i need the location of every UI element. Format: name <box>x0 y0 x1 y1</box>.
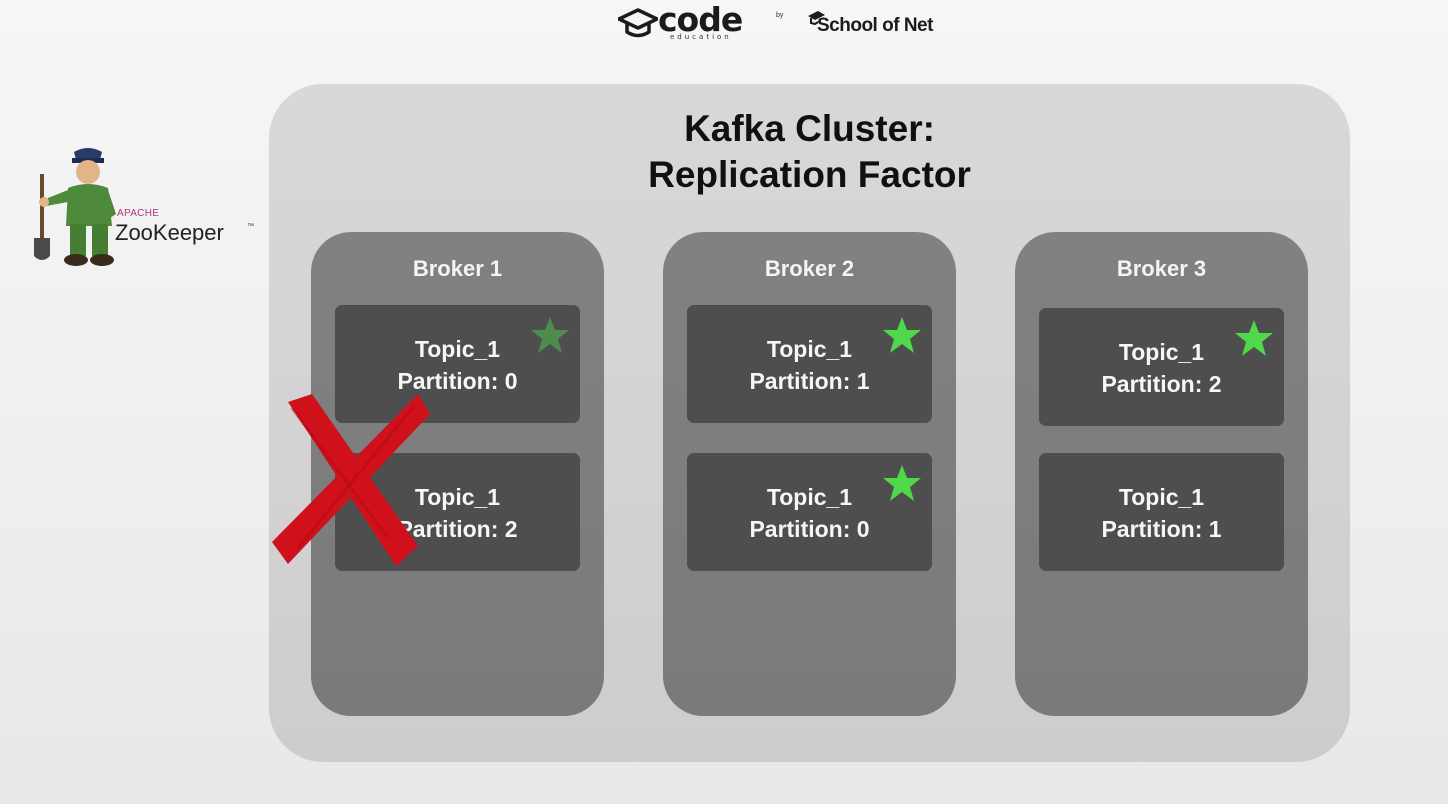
partition-box: Topic_1 Partition: 1 <box>1039 453 1284 571</box>
cluster-title: Kafka Cluster: Replication Factor <box>269 106 1350 198</box>
partition-box: Topic_1 Partition: 0 <box>687 453 932 571</box>
by-text: by <box>776 12 784 19</box>
topic-label: Topic_1 <box>766 484 853 510</box>
broker-title: Broker 1 <box>412 256 503 281</box>
partition-box: Topic_1 Partition: 1 <box>687 305 932 423</box>
school-of-net-text: School of Net <box>817 15 933 36</box>
zookeeper-trademark: ™ <box>247 223 254 230</box>
partition-label: Partition: 1 <box>1101 516 1222 542</box>
partition-label: Partition: 0 <box>749 516 870 542</box>
zookeeper-mascot-icon <box>34 148 116 266</box>
broker-2: Broker 2 Topic_1 Partition: 1 Topic_1 Pa… <box>663 232 956 716</box>
broker-3: Broker 3 Topic_1 Partition: 2 Topic_1 Pa… <box>1015 232 1308 716</box>
code-education-logo: code education <box>618 0 770 44</box>
graduation-cap-icon <box>618 8 658 38</box>
zookeeper-apache-label: APACHE <box>117 208 160 219</box>
topic-label: Topic_1 <box>1118 484 1205 510</box>
topic-label: Topic_1 <box>766 336 853 362</box>
x-mark-icon <box>272 394 430 566</box>
broker-title: Broker 2 <box>764 256 855 281</box>
broker-title: Broker 3 <box>1116 256 1207 281</box>
zookeeper-name: ZooKeeper <box>115 220 224 245</box>
partition-label: Partition: 1 <box>749 368 870 394</box>
topic-label: Topic_1 <box>1118 339 1205 365</box>
code-logo-subtext: education <box>670 33 732 41</box>
partition-label: Partition: 2 <box>1101 371 1222 397</box>
partition-box: Topic_1 Partition: 2 <box>1039 308 1284 426</box>
header-logos: code education by School of Net <box>0 0 1448 52</box>
zookeeper-logo: APACHE ZooKeeper ™ <box>26 138 260 270</box>
topic-label: Topic_1 <box>414 336 501 362</box>
cluster-title-line1: Kafka Cluster: <box>684 108 935 149</box>
cluster-title-line2: Replication Factor <box>648 154 971 195</box>
